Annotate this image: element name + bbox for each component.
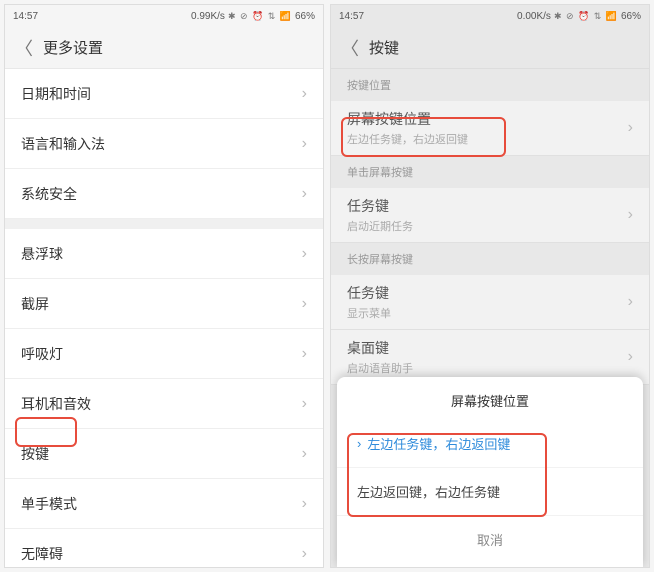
dialog-title: 屏幕按键位置	[337, 377, 643, 420]
row-task-key-tap[interactable]: 任务键 启动近期任务 ›	[331, 188, 649, 243]
status-time: 14:57	[13, 11, 38, 22]
row-system-security[interactable]: 系统安全 ›	[5, 169, 323, 219]
row-language-input[interactable]: 语言和输入法 ›	[5, 119, 323, 169]
row-label: 耳机和音效	[21, 394, 91, 414]
option-label: 左边返回键，右边任务键	[357, 482, 500, 501]
chevron-right-icon: ›	[628, 348, 633, 366]
chevron-right-icon: ›	[628, 293, 633, 311]
phone-left: 14:57 0.99K/s ✱ ⊘ ⏰ ⇅ 📶 66% 〈 更多设置 日期和时间…	[4, 4, 324, 568]
back-icon[interactable]: 〈	[15, 35, 33, 61]
row-keys[interactable]: 按键 ›	[5, 429, 323, 479]
row-screenshot[interactable]: 截屏 ›	[5, 279, 323, 329]
row-float-ball[interactable]: 悬浮球 ›	[5, 229, 323, 279]
chevron-right-icon: ›	[302, 345, 307, 363]
row-label: 按键	[21, 444, 49, 464]
section-header-longpress: 长按屏幕按键	[331, 243, 649, 275]
row-title: 任务键	[347, 283, 391, 303]
dialog-cancel-button[interactable]: 取消	[337, 516, 643, 563]
dialog-key-position: 屏幕按键位置 › 左边任务键，右边返回键 左边返回键，右边任务键 取消	[337, 377, 643, 567]
section-header-tap: 单击屏幕按键	[331, 156, 649, 188]
status-icons: ✱ ⊘ ⏰ ⇅ 📶	[228, 11, 292, 22]
chevron-right-icon: ›	[628, 206, 633, 224]
row-led[interactable]: 呼吸灯 ›	[5, 329, 323, 379]
row-subtitle: 启动语音助手	[347, 360, 413, 376]
option-label: 左边任务键，右边返回键	[367, 434, 510, 453]
status-icons: ✱ ⊘ ⏰ ⇅ 📶	[554, 11, 618, 22]
row-label: 单手模式	[21, 494, 77, 514]
status-right-cluster: 0.99K/s ✱ ⊘ ⏰ ⇅ 📶 66%	[191, 11, 315, 22]
status-time: 14:57	[339, 11, 364, 22]
status-bar: 14:57 0.99K/s ✱ ⊘ ⏰ ⇅ 📶 66%	[5, 5, 323, 27]
row-title: 桌面键	[347, 338, 413, 358]
back-icon[interactable]: 〈	[341, 35, 359, 61]
header-title: 更多设置	[43, 37, 103, 58]
chevron-right-icon: ›	[302, 185, 307, 203]
status-speed: 0.99K/s	[191, 11, 225, 22]
row-label: 无障碍	[21, 544, 63, 564]
row-label: 日期和时间	[21, 84, 91, 104]
header-title: 按键	[369, 37, 399, 58]
status-battery: 66%	[621, 11, 641, 22]
header-bar: 〈 按键	[331, 27, 649, 69]
chevron-right-icon: ›	[302, 135, 307, 153]
row-label: 语言和输入法	[21, 134, 105, 154]
row-label: 悬浮球	[21, 244, 63, 264]
status-speed: 0.00K/s	[517, 11, 551, 22]
row-subtitle: 启动近期任务	[347, 218, 413, 234]
status-bar: 14:57 0.00K/s ✱ ⊘ ⏰ ⇅ 📶 66%	[331, 5, 649, 27]
row-headphone-audio[interactable]: 耳机和音效 ›	[5, 379, 323, 429]
section-gap	[5, 219, 323, 229]
status-right-cluster: 0.00K/s ✱ ⊘ ⏰ ⇅ 📶 66%	[517, 11, 641, 22]
chevron-right-icon: ›	[302, 295, 307, 313]
chevron-right-icon: ›	[302, 245, 307, 263]
row-title: 屏幕按键位置	[347, 109, 468, 129]
dialog-option-1[interactable]: › 左边任务键，右边返回键	[337, 420, 643, 468]
header-bar: 〈 更多设置	[5, 27, 323, 69]
chevron-right-icon: ›	[302, 395, 307, 413]
status-battery: 66%	[295, 11, 315, 22]
dialog-option-2[interactable]: 左边返回键，右边任务键	[337, 468, 643, 516]
row-accessibility[interactable]: 无障碍 ›	[5, 529, 323, 567]
row-subtitle: 显示菜单	[347, 305, 391, 321]
row-onehand[interactable]: 单手模式 ›	[5, 479, 323, 529]
chevron-right-icon: ›	[302, 495, 307, 513]
chevron-right-icon: ›	[628, 119, 633, 137]
row-screen-key-position[interactable]: 屏幕按键位置 左边任务键，右边返回键 ›	[331, 101, 649, 156]
row-task-key-long[interactable]: 任务键 显示菜单 ›	[331, 275, 649, 330]
phone-right: 14:57 0.00K/s ✱ ⊘ ⏰ ⇅ 📶 66% 〈 按键 按键位置 屏幕…	[330, 4, 650, 568]
settings-list: 日期和时间 › 语言和输入法 › 系统安全 › 悬浮球 › 截屏 › 呼吸灯 › 耳机和音效…	[5, 69, 323, 567]
chevron-right-icon: ›	[302, 85, 307, 103]
section-header-position: 按键位置	[331, 69, 649, 101]
row-label: 截屏	[21, 294, 49, 314]
row-date-time[interactable]: 日期和时间 ›	[5, 69, 323, 119]
row-subtitle: 左边任务键，右边返回键	[347, 131, 468, 147]
check-icon: ›	[357, 436, 361, 451]
chevron-right-icon: ›	[302, 545, 307, 563]
row-label: 呼吸灯	[21, 344, 63, 364]
row-label: 系统安全	[21, 184, 77, 204]
chevron-right-icon: ›	[302, 445, 307, 463]
row-title: 任务键	[347, 196, 413, 216]
